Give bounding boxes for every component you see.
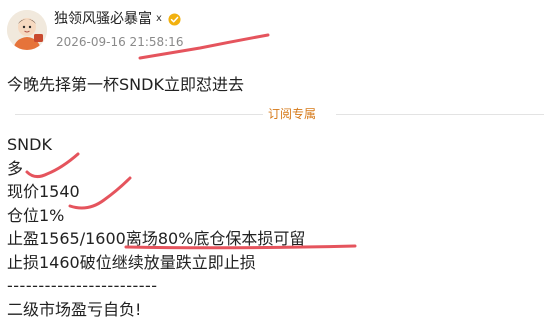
verified-badge-icon <box>168 12 181 26</box>
author-level-badge: x <box>156 13 162 24</box>
body-line-separator: ------------------------ <box>7 276 158 295</box>
body-line-position: 仓位1% <box>7 205 65 225</box>
post-timestamp: 2026-09-16 21:58:16 <box>56 35 184 49</box>
cartoon-avatar-icon <box>7 10 47 50</box>
subscriber-only-label: 订阅专属 <box>268 107 317 121</box>
post-headline: 今晚先择第一杯SNDK立即怼进去 <box>7 75 244 94</box>
body-line-ticker: SNDK <box>7 135 52 154</box>
post-body: SNDK 多 现价1540 仓位1% 止盈1565/1600离场80%底仓保本损… <box>7 133 547 321</box>
body-line-take-profit: 止盈1565/1600离场80%底仓保本损可留 <box>7 229 306 248</box>
author-row: 独领风骚必暴富 x <box>54 9 181 29</box>
author-name[interactable]: 独领风骚必暴富 <box>54 9 152 29</box>
body-line-stop-loss: 止损1460破位继续放量跌立即止损 <box>7 252 256 272</box>
author-avatar[interactable] <box>7 10 47 50</box>
body-line-price: 现价1540 <box>7 182 80 201</box>
subscriber-divider: 订阅专属 <box>0 103 555 125</box>
divider-line-right <box>336 114 544 115</box>
body-line-disclaimer: 二级市场盈亏自负! <box>7 299 142 319</box>
divider-line-left <box>15 114 263 115</box>
body-line-direction: 多 <box>7 158 24 178</box>
